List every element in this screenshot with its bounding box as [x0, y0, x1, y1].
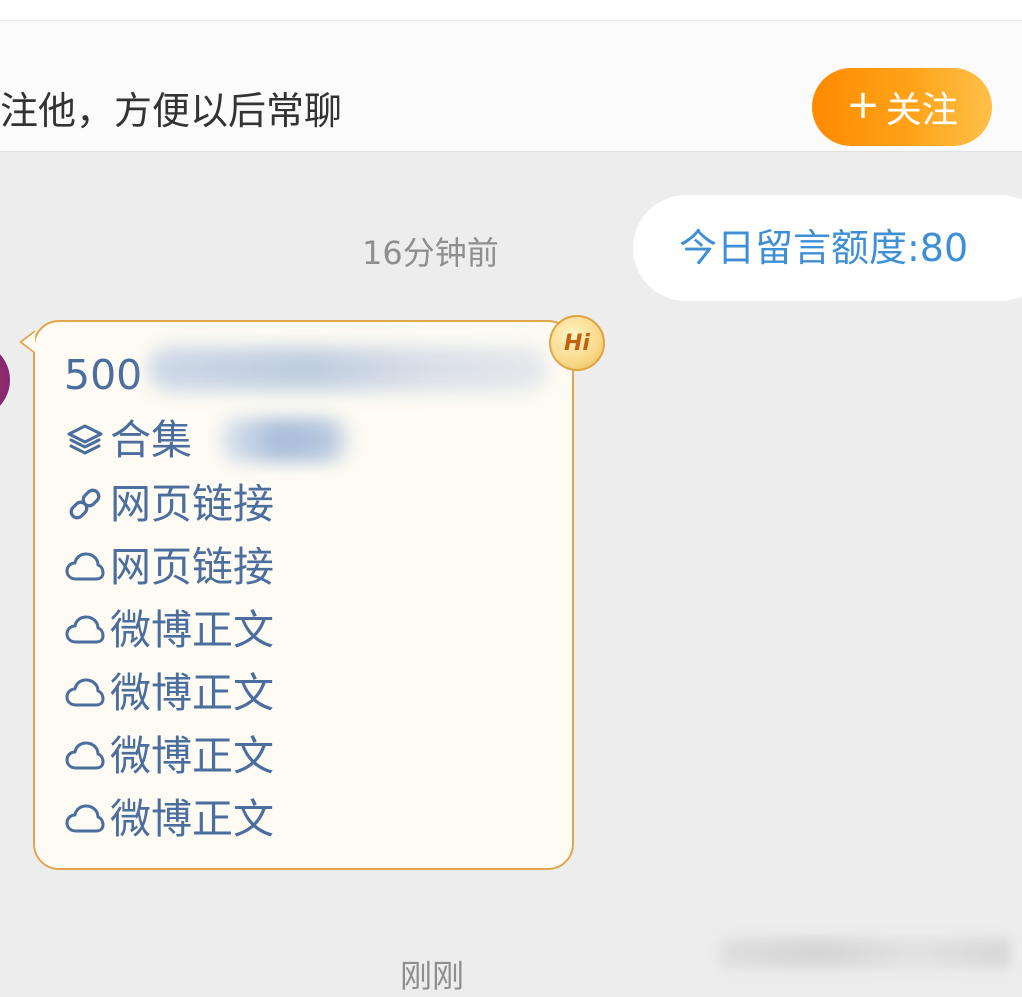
hi-badge-icon: Hi	[549, 315, 605, 371]
redacted-text	[220, 418, 350, 462]
quota-bubble: 今日留言额度:80	[633, 195, 1022, 301]
quota-text: 今日留言额度:80	[679, 226, 969, 270]
follow-prompt-bar: 注他，方便以后常聊 + 关注	[0, 21, 1022, 152]
message-item-label: 微博正文	[110, 606, 274, 654]
message-item-label: 微博正文	[110, 669, 274, 717]
weibo-cloud-icon	[65, 552, 105, 581]
top-divider	[0, 0, 1022, 21]
weibo-cloud-icon	[65, 615, 105, 644]
bottom-timestamp: 刚刚	[400, 957, 465, 995]
message-item-weibo[interactable]: 微博正文	[64, 791, 274, 847]
message-first-line-text: 500	[64, 351, 143, 399]
redacted-text	[148, 347, 548, 391]
weibo-cloud-icon	[65, 741, 105, 770]
message-item-collection[interactable]: 合集	[64, 412, 192, 468]
bubble-tail-fill	[22, 332, 35, 352]
plus-icon: +	[846, 82, 880, 128]
message-item-label: 合集	[110, 416, 192, 464]
layers-icon	[67, 424, 103, 455]
message-item-weibo[interactable]: 微博正文	[64, 665, 274, 721]
message-item-label: 网页链接	[110, 543, 274, 591]
avatar[interactable]	[0, 342, 10, 418]
weibo-cloud-icon	[65, 804, 105, 833]
follow-button-label: 关注	[885, 90, 958, 131]
message-item-link[interactable]: 网页链接	[64, 476, 274, 532]
follow-prompt-text: 注他，方便以后常聊	[0, 89, 343, 133]
weibo-cloud-icon	[65, 678, 105, 707]
message-item-label: 网页链接	[110, 480, 274, 528]
message-item-weibo[interactable]: 网页链接	[64, 539, 274, 595]
message-first-line[interactable]: 500	[64, 347, 142, 403]
message-item-weibo[interactable]: 微博正文	[64, 602, 274, 658]
message-item-label: 微博正文	[110, 795, 274, 843]
link-icon	[69, 488, 101, 520]
message-timestamp: 16分钟前	[362, 234, 499, 272]
redacted-text	[720, 938, 1010, 968]
follow-button[interactable]: + 关注	[812, 68, 992, 146]
message-item-label: 微博正文	[110, 732, 274, 780]
message-item-weibo[interactable]: 微博正文	[64, 728, 274, 784]
